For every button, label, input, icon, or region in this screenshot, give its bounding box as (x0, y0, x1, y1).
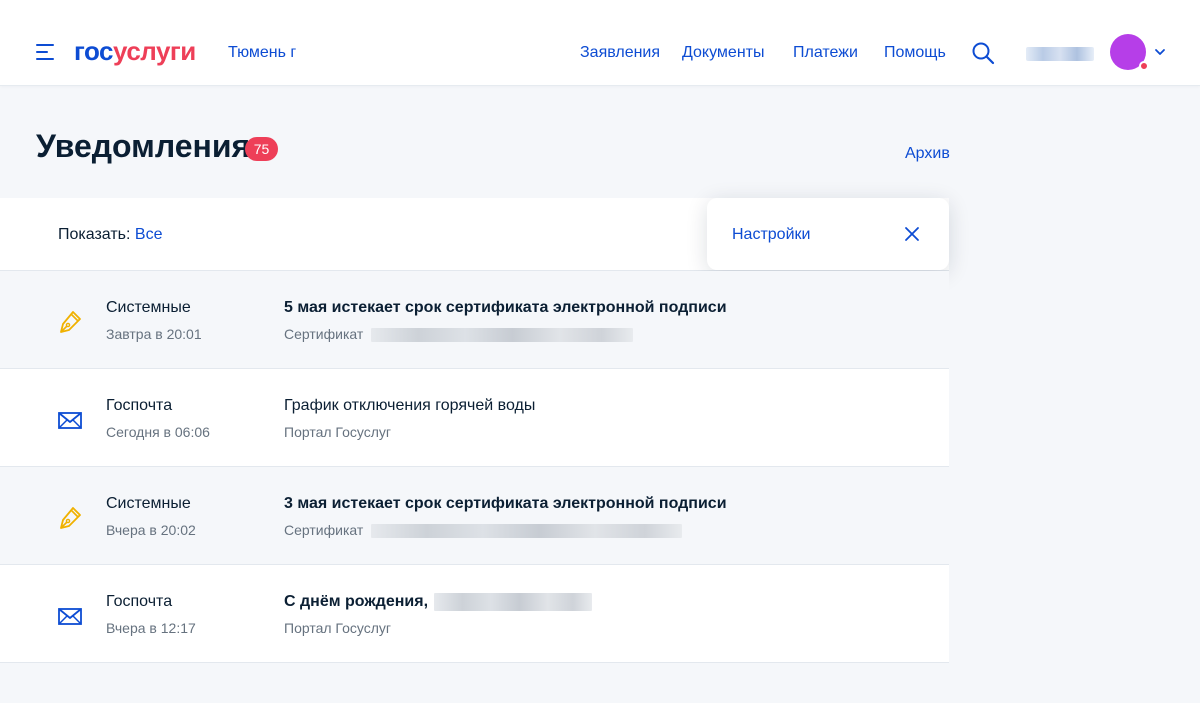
notifications-count-badge: 75 (245, 137, 278, 161)
archive-link[interactable]: Архив (905, 144, 950, 164)
menu-icon[interactable] (36, 44, 56, 60)
pen-icon (60, 507, 81, 529)
notification-title: С днём рождения, (284, 592, 593, 612)
notification-category: Госпочта (106, 397, 173, 414)
notification-subtitle: Сертификат (284, 521, 683, 539)
top-header: госуслуги Тюмень г Заявления Документы П… (0, 0, 1200, 86)
show-filter-value[interactable]: Все (135, 226, 163, 243)
chevron-down-icon[interactable] (1154, 47, 1166, 57)
show-filter: Показать: Все (58, 225, 163, 245)
gosuslugi-logo[interactable]: госуслуги (74, 36, 196, 66)
pen-icon (60, 311, 81, 333)
notification-subtitle: Портал Госуслуг (284, 620, 391, 636)
notification-title: 5 мая истекает срок сертификата электрон… (284, 299, 727, 316)
notification-category: Госпочта (106, 593, 173, 610)
redacted-text (371, 328, 634, 343)
nav-documents[interactable]: Документы (682, 43, 764, 63)
notification-row[interactable]: Системные Завтра в 20:01 5 мая истекает … (0, 271, 949, 369)
nav-help[interactable]: Помощь (884, 43, 946, 63)
city-selector[interactable]: Тюмень г (228, 43, 296, 63)
notifications-list: Системные Завтра в 20:01 5 мая истекает … (0, 271, 949, 703)
show-filter-label: Показать: (58, 226, 131, 243)
notification-time: Вчера в 20:02 (106, 522, 196, 538)
user-name-blurred[interactable] (1026, 47, 1094, 61)
nav-payments[interactable]: Платежи (793, 43, 858, 63)
notification-time: Вчера в 12:17 (106, 620, 196, 636)
notification-subtitle-text: Сертификат (284, 326, 364, 342)
notification-time: Завтра в 20:01 (106, 326, 202, 342)
notification-row[interactable]: Госпочта Сегодня в 06:06 График отключен… (0, 369, 949, 467)
settings-popup: Настройки (707, 198, 949, 270)
envelope-icon (58, 412, 82, 429)
nav-applications[interactable]: Заявления (580, 43, 660, 63)
notification-row[interactable]: Системные Вчера в 20:02 3 мая истекает с… (0, 467, 949, 565)
notification-row[interactable]: Госпочта Вчера в 12:17 С днём рождения, … (0, 565, 949, 663)
redacted-text (371, 524, 683, 539)
notification-title-text: С днём рождения, (284, 593, 429, 610)
redacted-text (434, 592, 593, 611)
close-icon[interactable] (904, 226, 920, 242)
search-icon[interactable] (971, 41, 995, 65)
notification-category: Системные (106, 299, 191, 316)
notification-title: График отключения горячей воды (284, 397, 536, 414)
notification-dot (1139, 61, 1149, 71)
notification-row-partial (0, 663, 949, 703)
notification-time: Сегодня в 06:06 (106, 424, 210, 440)
notification-subtitle-text: Сертификат (284, 522, 364, 538)
notification-subtitle: Портал Госуслуг (284, 424, 391, 440)
notification-title: 3 мая истекает срок сертификата электрон… (284, 495, 727, 512)
notification-category: Системные (106, 495, 191, 512)
notification-subtitle: Сертификат (284, 325, 634, 343)
envelope-icon (58, 608, 82, 625)
settings-link[interactable]: Настройки (732, 225, 810, 245)
page-title: Уведомления (36, 128, 251, 164)
